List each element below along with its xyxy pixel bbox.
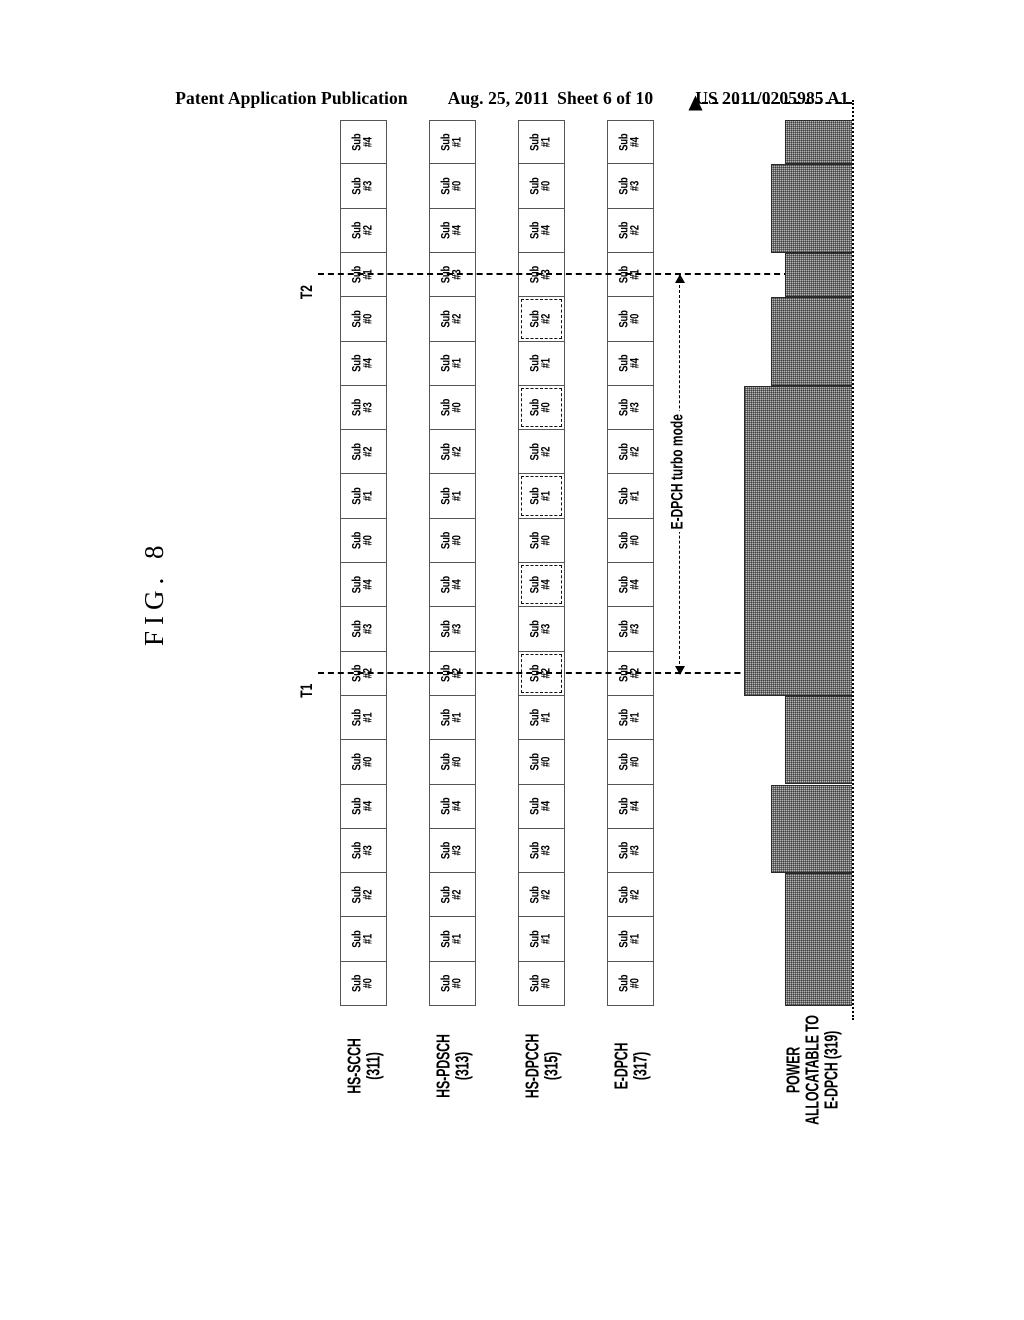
- power-axis-baseline: [852, 100, 854, 1020]
- power-chart-label-line: E-DPCH (319): [821, 1030, 842, 1110]
- power-step-segment: [771, 784, 852, 874]
- header-date: Aug. 25, 2011: [447, 88, 550, 108]
- power-profile-chart: POWER ALLOCATABLE TO E-DPCH (319): [322, 95, 882, 1128]
- power-chart-label-line: POWER: [783, 1046, 805, 1094]
- header-publication: Patent Application Publication: [175, 88, 408, 108]
- figure-diagram: HS-SCCH (311) Sub #0 Sub #1 Sub #2 Sub #3 Sub #4 Sub…: [296, 95, 882, 1128]
- power-step-segment: [771, 297, 852, 386]
- power-step-segment: [785, 873, 852, 1006]
- header-patent-number: US 2011/0205985 A1: [695, 88, 849, 108]
- power-step-segment: [744, 385, 852, 696]
- figure-title: FIG. 8: [139, 539, 169, 646]
- page-header: Patent Application Publication Aug. 25, …: [0, 88, 1024, 109]
- power-chart-label: POWER ALLOCATABLE TO E-DPCH (319): [783, 1014, 842, 1126]
- power-step-segment: [785, 120, 852, 165]
- header-sheet: Sheet 6 of 10: [557, 88, 654, 108]
- power-axis-arrow: [688, 95, 703, 111]
- time-marker-label-t2: T2: [295, 285, 316, 300]
- power-step-segment: [771, 164, 852, 253]
- power-axis-vertical: [702, 102, 852, 104]
- time-marker-label-t1: T1: [295, 683, 316, 698]
- power-step-segment: [785, 252, 852, 298]
- power-step-segment: [785, 695, 852, 785]
- patent-figure-page: Patent Application Publication Aug. 25, …: [0, 0, 1024, 1320]
- power-chart-label-line: ALLOCATABLE TO: [802, 1015, 823, 1125]
